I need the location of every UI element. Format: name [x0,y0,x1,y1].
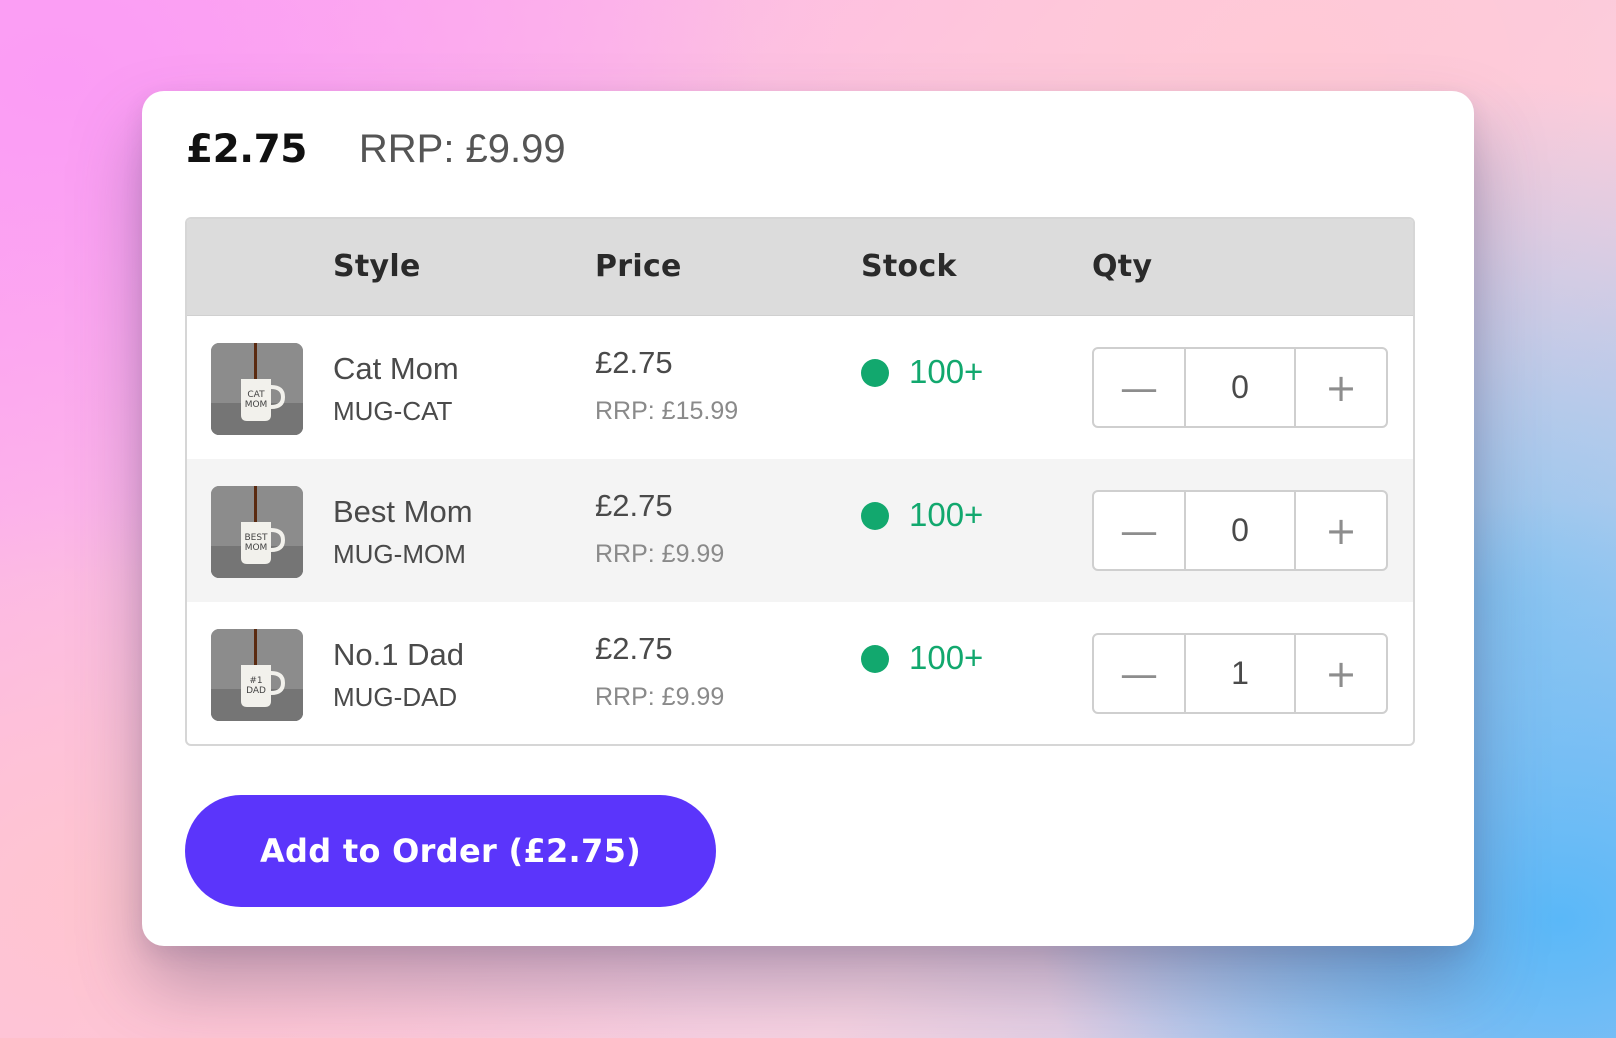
stock-count: 100+ [909,353,984,390]
mug-image: #1 DAD [211,629,303,721]
quantity-stepper: — + [1092,490,1388,571]
table-row: CAT MOM Cat Mom MUG-CAT £2.75 RRP: £15.9… [187,316,1413,459]
minus-icon: — [1120,365,1158,410]
variant-price: £2.75 [595,631,673,666]
svg-text:DAD: DAD [246,686,266,696]
mug-image: CAT MOM [211,343,303,435]
quantity-input[interactable] [1186,635,1294,712]
stock-count: 100+ [909,639,984,676]
quantity-input[interactable] [1186,349,1294,426]
variants-table: Style Price Stock Qty CAT MOM Cat Mom MU… [185,217,1415,746]
variant-price: £2.75 [595,488,673,523]
quantity-stepper: — + [1092,633,1388,714]
svg-text:CAT: CAT [247,390,265,400]
quantity-input[interactable] [1186,492,1294,569]
variant-rrp: RRP: £9.99 [595,540,725,568]
mug-image: BEST MOM [211,486,303,578]
in-stock-dot-icon [861,359,889,387]
in-stock-dot-icon [861,645,889,673]
decrement-button[interactable]: — [1094,349,1186,426]
increment-button[interactable]: + [1294,492,1386,569]
svg-text:MOM: MOM [245,400,268,410]
quantity-stepper: — + [1092,347,1388,428]
svg-text:MOM: MOM [245,543,268,553]
minus-icon: — [1120,651,1158,696]
style-name: Cat Mom [333,351,459,386]
style-name: No.1 Dad [333,637,464,672]
stock-count: 100+ [909,496,984,533]
column-header-price: Price [595,249,682,284]
style-name: Best Mom [333,494,473,529]
price-summary: £2.75 RRP: £9.99 [186,119,566,179]
variant-price: £2.75 [595,345,673,380]
column-header-qty: Qty [1092,249,1153,284]
svg-text:#1: #1 [249,676,262,686]
table-row: BEST MOM Best Mom MUG-MOM £2.75 RRP: £9.… [187,459,1413,602]
column-header-stock: Stock [861,249,957,284]
decrement-button[interactable]: — [1094,492,1186,569]
increment-button[interactable]: + [1294,635,1386,712]
product-rrp: RRP: £9.99 [358,126,566,171]
minus-icon: — [1120,508,1158,553]
plus-icon: + [1325,508,1357,553]
table-row: #1 DAD No.1 Dad MUG-DAD £2.75 RRP: £9.99… [187,602,1413,744]
product-card: £2.75 RRP: £9.99 Style Price Stock Qty C… [142,91,1474,946]
product-price: £2.75 [186,126,307,172]
in-stock-dot-icon [861,502,889,530]
increment-button[interactable]: + [1294,349,1386,426]
style-sku: MUG-CAT [333,396,453,426]
variant-rrp: RRP: £9.99 [595,683,725,711]
style-sku: MUG-DAD [333,682,458,712]
column-header-style: Style [333,249,421,284]
svg-text:BEST: BEST [244,533,268,543]
plus-icon: + [1325,651,1357,696]
table-header: Style Price Stock Qty [187,219,1413,316]
plus-icon: + [1325,365,1357,410]
decrement-button[interactable]: — [1094,635,1186,712]
style-sku: MUG-MOM [333,539,466,569]
variant-rrp: RRP: £15.99 [595,397,739,425]
add-to-order-button[interactable]: Add to Order (£2.75) [185,795,716,907]
